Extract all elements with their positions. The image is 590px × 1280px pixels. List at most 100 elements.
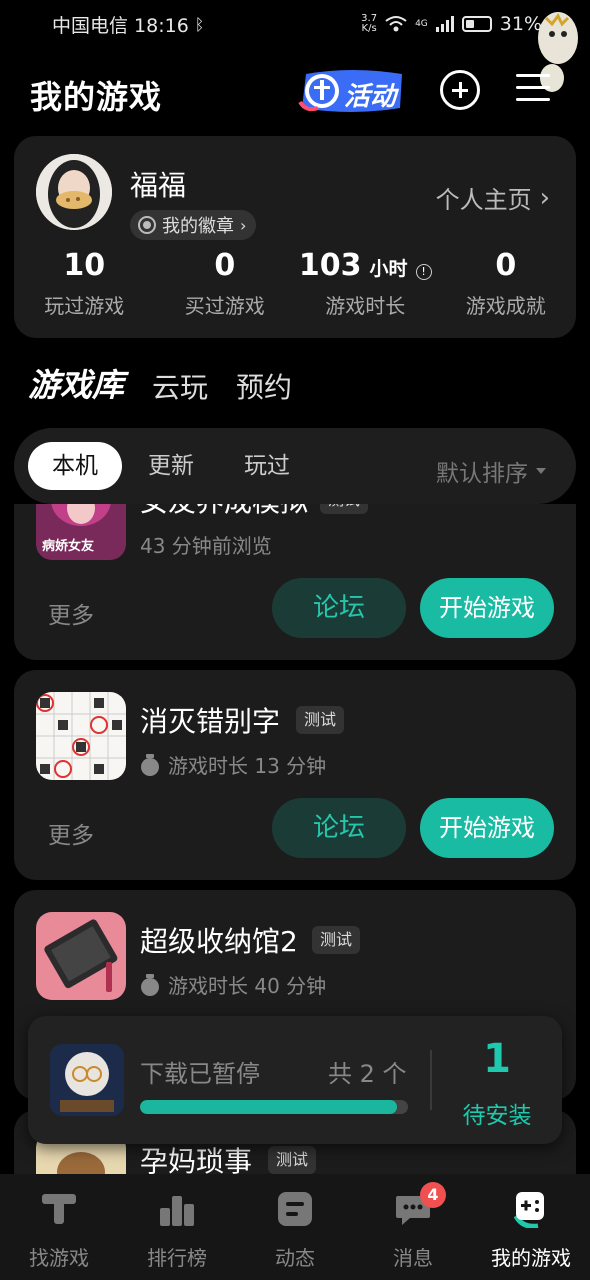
stat-value: 0 <box>495 248 517 283</box>
header: 我的游戏 活动 <box>0 62 590 122</box>
timer-icon <box>140 753 160 776</box>
stat-value: 103 <box>298 248 362 283</box>
start-game-button[interactable]: 开始游戏 <box>420 798 554 858</box>
nav-messages[interactable]: 4 消息 <box>354 1174 472 1280</box>
net-speed: 3.7 K/s <box>361 13 378 34</box>
stat-achievements[interactable]: 0 游戏成就 <box>436 248 577 319</box>
activity-label: 活动 <box>344 82 397 112</box>
game-meta: 游戏时长 13 分钟 <box>140 750 326 779</box>
signal-icon <box>435 16 454 32</box>
filter-local[interactable]: 本机 <box>28 442 122 490</box>
nav-my-games[interactable]: 我的游戏 <box>472 1174 590 1280</box>
bluetooth-icon: ᛒ <box>194 14 205 34</box>
game-icon: 病娇女友 <box>36 504 126 560</box>
avatar-image <box>36 154 112 230</box>
pending-install-count[interactable]: 1 <box>432 1036 562 1082</box>
network-type: 4G <box>415 19 428 29</box>
stat-value: 10 <box>63 248 106 283</box>
stat-value: 0 <box>214 248 236 283</box>
game-meta-text: 43 分钟前浏览 <box>140 534 272 558</box>
download-count: 共 2 个 <box>328 1060 407 1088</box>
download-progress-fill <box>140 1100 398 1114</box>
nav-feed[interactable]: 动态 <box>236 1174 354 1280</box>
game-meta-text: 游戏时长 13 分钟 <box>168 754 327 778</box>
tab-library[interactable]: 游戏库 <box>28 360 125 406</box>
avatar[interactable] <box>36 154 112 230</box>
activity-button[interactable]: 活动 <box>296 68 408 114</box>
stats-row: 10 玩过游戏 0 买过游戏 103 小时 ! 游戏时长 0 游戏成就 <box>14 248 576 319</box>
game-title: 超级收纳馆2 <box>140 925 298 958</box>
game-meta-text: 游戏时长 40 分钟 <box>168 974 327 998</box>
chevron-right-icon: › <box>539 182 550 213</box>
stat-label: 游戏时长 <box>325 294 406 318</box>
filter-updates[interactable]: 更新 <box>148 442 194 490</box>
download-progress-track <box>140 1100 408 1114</box>
game-card[interactable]: 消灭错别字 测试 游戏时长 13 分钟 更多 论坛 开始游戏 <box>14 670 576 880</box>
download-game-icon <box>50 1044 124 1116</box>
game-title: 消灭错别字 <box>140 705 281 738</box>
status-left: 中国电信 18:16 ᛒ <box>52 11 204 38</box>
badge-label: 我的徽章 <box>162 216 234 237</box>
menu-icon-bar <box>516 86 550 89</box>
stat-bought[interactable]: 0 买过游戏 <box>155 248 296 319</box>
stat-label: 玩过游戏 <box>44 294 125 318</box>
stat-played[interactable]: 10 玩过游戏 <box>14 248 155 319</box>
tab-reserve[interactable]: 预约 <box>236 366 292 406</box>
menu-icon-bar <box>516 74 550 77</box>
stat-label: 游戏成就 <box>465 294 546 318</box>
profile-card: 福福 我的徽章 › 个人主页 › 10 玩过游戏 0 买过游戏 103 小时 !… <box>14 136 576 338</box>
game-meta: 43 分钟前浏览 <box>140 530 272 559</box>
nav-find-games[interactable]: 找游戏 <box>0 1174 118 1280</box>
sort-dropdown[interactable]: 默认排序 <box>436 454 546 488</box>
filter-bar: 本机 更新 玩过 默认排序 <box>14 428 576 504</box>
homepage-link[interactable]: 个人主页 › <box>436 180 550 215</box>
download-status-text: 下载已暂停 <box>140 1060 260 1088</box>
filter-played[interactable]: 玩过 <box>244 442 290 490</box>
add-button[interactable] <box>440 70 480 110</box>
start-game-button[interactable]: 开始游戏 <box>420 578 554 638</box>
test-tag: 测试 <box>312 926 361 954</box>
menu-icon-bar <box>516 98 550 101</box>
my-badges-button[interactable]: 我的徽章 › <box>130 210 257 240</box>
forum-button[interactable]: 论坛 <box>272 798 406 858</box>
my-games-icon <box>513 1192 544 1228</box>
timer-icon <box>140 973 160 996</box>
stat-unit: 小时 <box>369 258 408 280</box>
chevron-right-icon: › <box>240 215 247 235</box>
tab-cloud[interactable]: 云玩 <box>152 366 208 406</box>
caret-down-icon <box>536 468 546 474</box>
download-status-popup[interactable]: 下载已暂停 共 2 个 1 待安装 <box>28 1016 562 1144</box>
nav-ranking[interactable]: 排行榜 <box>118 1174 236 1280</box>
pending-install-label[interactable]: 待安装 <box>432 1096 562 1130</box>
game-icon <box>36 912 126 1000</box>
game-card[interactable]: 病娇女友 女友养成模拟 测试 43 分钟前浏览 更多 论坛 开始游戏 <box>14 504 576 660</box>
homepage-label: 个人主页 <box>435 186 532 214</box>
forum-button[interactable]: 论坛 <box>272 578 406 638</box>
game-icon-caption: 病娇女友 <box>42 539 95 554</box>
stat-playtime[interactable]: 103 小时 ! 游戏时长 <box>295 248 436 319</box>
nav-label: 排行榜 <box>147 1246 207 1270</box>
nav-label: 我的游戏 <box>491 1246 571 1270</box>
menu-button[interactable] <box>516 74 550 104</box>
more-link[interactable]: 更多 <box>48 816 94 850</box>
test-tag: 测试 <box>296 706 345 734</box>
wifi-icon <box>385 16 407 32</box>
nav-label: 找游戏 <box>29 1246 89 1270</box>
info-icon[interactable]: ! <box>415 264 432 280</box>
test-tag: 测试 <box>268 1146 317 1174</box>
game-meta: 游戏时长 40 分钟 <box>140 970 326 999</box>
carrier-time: 中国电信 18:16 <box>52 14 189 37</box>
game-title: 女友养成模拟 <box>140 504 308 520</box>
find-games-icon <box>42 1194 76 1224</box>
game-title: 孕妈琐事 <box>140 1145 253 1174</box>
battery-icon <box>461 16 492 32</box>
page-title: 我的游戏 <box>30 78 163 116</box>
more-link[interactable]: 更多 <box>48 596 94 630</box>
status-right: 3.7 K/s 4G 31% <box>361 13 542 35</box>
stat-label: 买过游戏 <box>184 294 265 318</box>
sort-label: 默认排序 <box>436 461 528 487</box>
library-tabs: 游戏库 云玩 预约 <box>28 362 292 406</box>
username: 福福 <box>130 169 187 202</box>
game-icon <box>36 692 126 780</box>
bottom-nav: 找游戏 排行榜 动态 4 消息 我的游戏 <box>0 1174 590 1280</box>
